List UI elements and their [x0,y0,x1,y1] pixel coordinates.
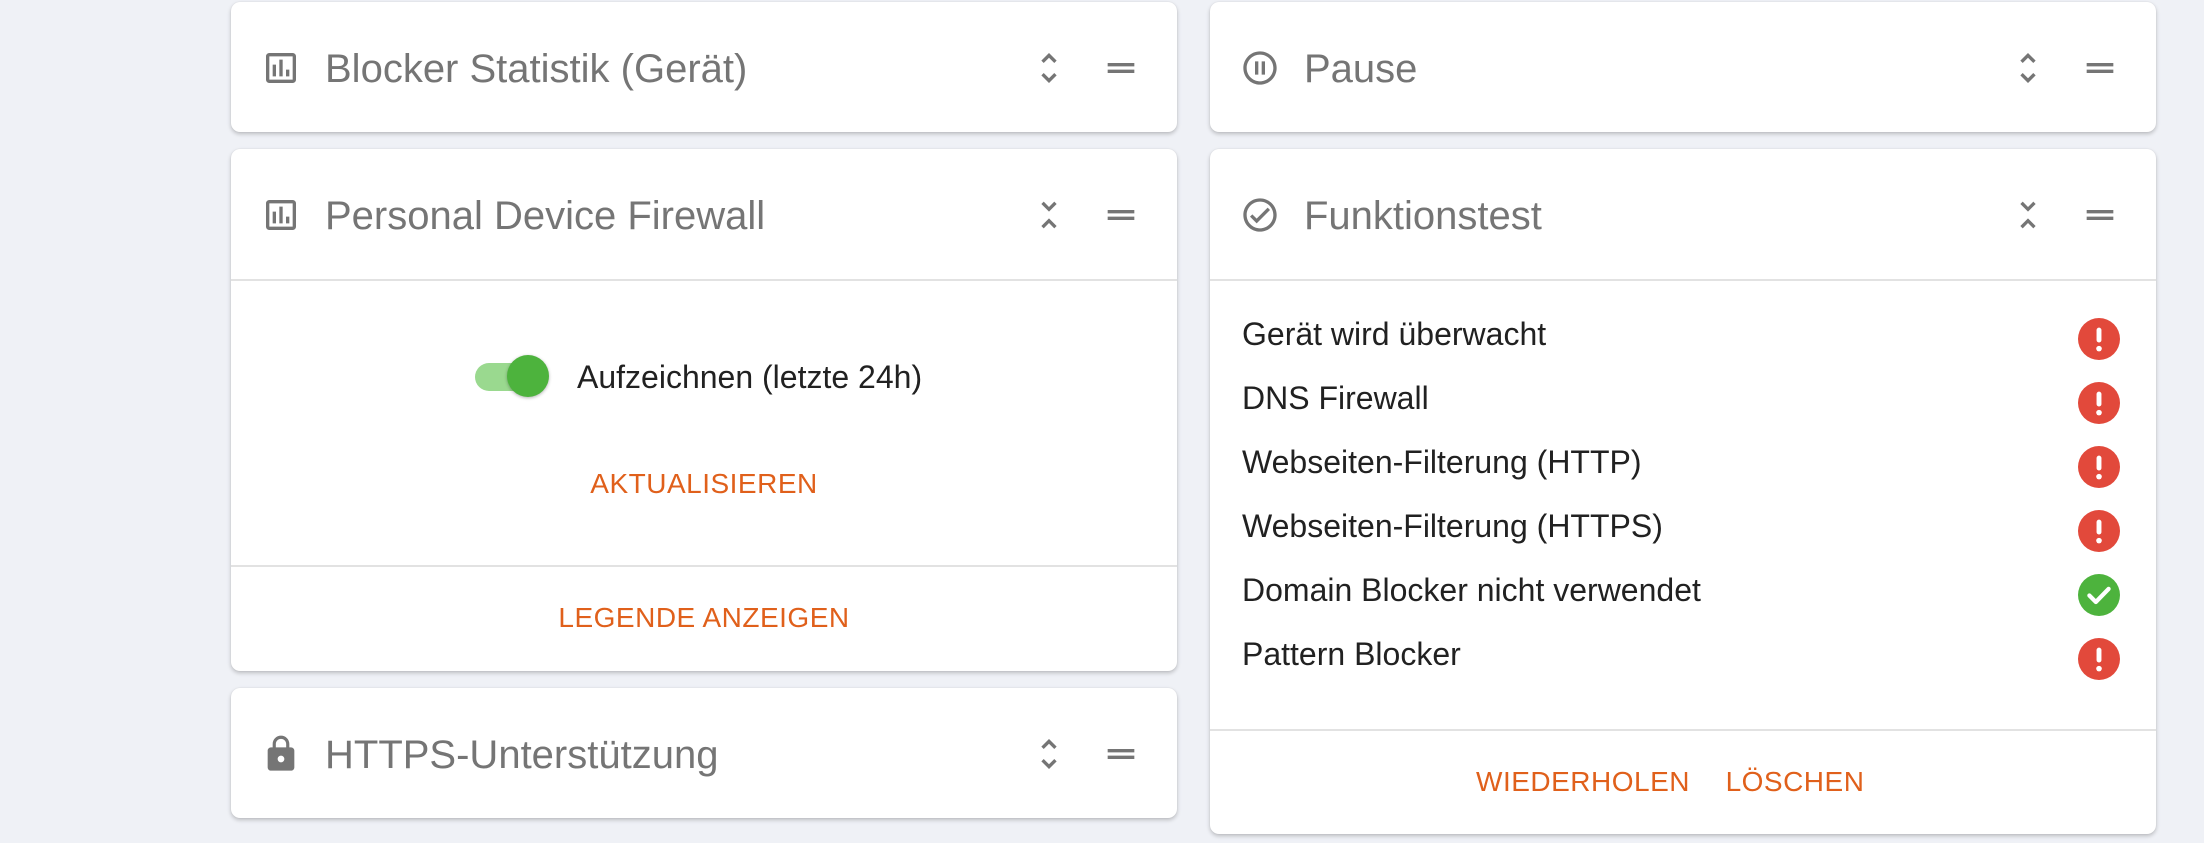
card-header[interactable]: HTTPS-Unterstützung [231,688,1177,818]
divider [1210,279,2156,281]
divider [231,565,1177,567]
unfold-more-icon[interactable] [2008,48,2048,88]
drag-handle-icon[interactable] [1101,734,1141,774]
https-support-card: HTTPS-Unterstützung [231,688,1177,818]
function-test-card: Funktionstest Gerät wird überwacht DNS F… [1210,149,2156,834]
unfold-less-icon[interactable] [1029,195,1069,235]
test-item-label: Domain Blocker nicht verwendet [1242,572,1701,608]
bar-chart-icon [261,48,301,88]
record-toggle[interactable] [475,355,551,399]
card-header[interactable]: Blocker Statistik (Gerät) [231,2,1177,132]
test-item-label: DNS Firewall [1242,380,1429,416]
test-item-label: Webseiten-Filterung (HTTPS) [1242,508,1663,544]
drag-handle-icon[interactable] [2080,48,2120,88]
error-icon [2078,446,2120,488]
unfold-less-icon[interactable] [2008,195,2048,235]
delete-button[interactable]: LÖSCHEN [1720,765,1870,799]
error-icon [2078,510,2120,552]
toggle-knob [507,355,549,397]
show-legend-button[interactable]: LEGENDE ANZEIGEN [504,601,904,635]
card-title: Blocker Statistik (Gerät) [325,47,748,91]
test-item-label: Webseiten-Filterung (HTTP) [1242,444,1642,480]
error-icon [2078,382,2120,424]
refresh-button[interactable]: AKTUALISIEREN [554,467,854,501]
card-title: Funktionstest [1304,194,1542,238]
blocker-stats-card: Blocker Statistik (Gerät) [231,2,1177,132]
test-item-label: Pattern Blocker [1242,636,1461,672]
drag-handle-icon[interactable] [2080,195,2120,235]
unfold-more-icon[interactable] [1029,734,1069,774]
check-icon [2078,574,2120,616]
error-icon [2078,318,2120,360]
drag-handle-icon[interactable] [1101,195,1141,235]
repeat-button[interactable]: WIEDERHOLEN [1473,765,1693,799]
card-header[interactable]: Funktionstest [1210,149,2156,281]
unfold-more-icon[interactable] [1029,48,1069,88]
card-header[interactable]: Pause [1210,2,2156,132]
test-item-label: Gerät wird überwacht [1242,316,1547,352]
drag-handle-icon[interactable] [1101,48,1141,88]
check-circle-icon [1240,195,1280,235]
record-toggle-label: Aufzeichnen (letzte 24h) [577,359,923,395]
card-header[interactable]: Personal Device Firewall [231,149,1177,281]
pause-card: Pause [1210,2,2156,132]
card-title: Pause [1304,47,1418,91]
divider [231,279,1177,281]
pause-circle-icon [1240,48,1280,88]
card-title: Personal Device Firewall [325,194,766,238]
firewall-card: Personal Device Firewall Aufzeichnen (le… [231,149,1177,671]
lock-icon [261,734,301,774]
divider [1210,729,2156,731]
bar-chart-icon [261,195,301,235]
card-title: HTTPS-Unterstützung [325,733,719,777]
error-icon [2078,638,2120,680]
